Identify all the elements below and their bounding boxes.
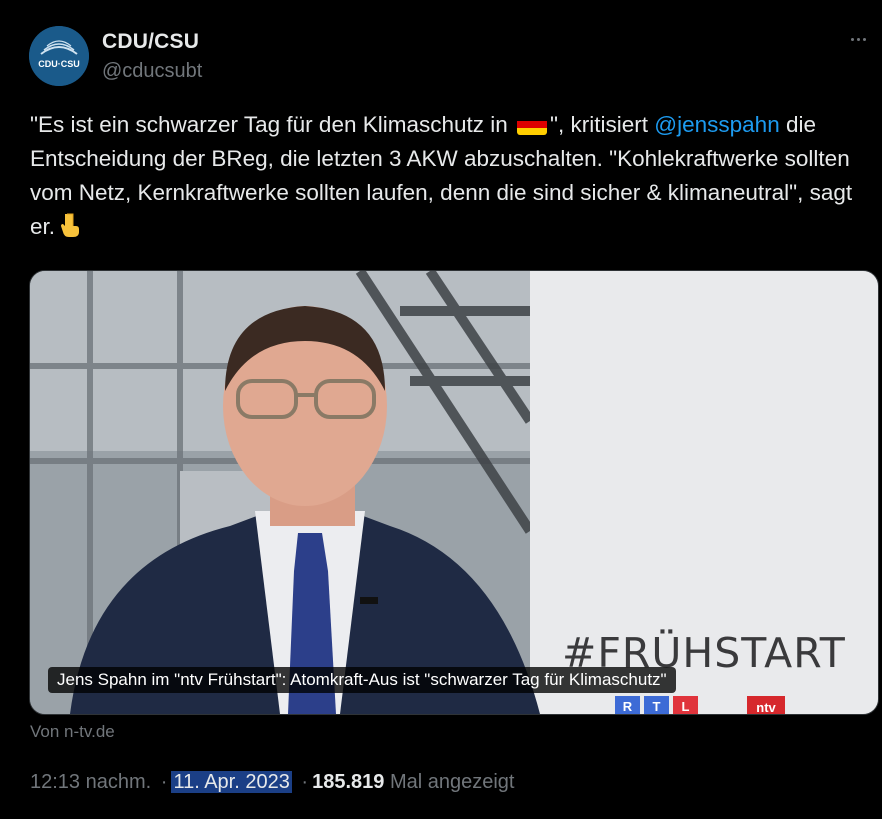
- rtl-logo-letter: R: [615, 696, 640, 714]
- link-source[interactable]: Von n-tv.de: [30, 722, 115, 742]
- pointing-down-icon: [59, 212, 81, 248]
- avatar[interactable]: CDU·CSU: [29, 26, 89, 86]
- rtl-logo-letter: T: [644, 696, 669, 714]
- display-name[interactable]: CDU/CSU: [102, 30, 199, 54]
- media-card[interactable]: #FRÜHSTART R T L ntv Jens Spahn im "ntv …: [29, 270, 879, 715]
- mention-link[interactable]: @jensspahn: [654, 112, 779, 137]
- cdu-csu-logo: CDU·CSU: [29, 26, 89, 86]
- views-label: Mal angezeigt: [389, 771, 515, 793]
- separator: ·: [160, 771, 168, 793]
- more-dots-icon: [850, 37, 854, 41]
- user-handle[interactable]: @cducsubt: [102, 60, 202, 83]
- tweet-meta: 12:13 nachm. · 11. Apr. 2023 · 185.819 Mal…: [30, 771, 514, 794]
- rtl-logo: R T L: [615, 696, 698, 714]
- german-flag-icon: [517, 114, 548, 135]
- more-options-button[interactable]: [840, 24, 876, 54]
- svg-text:CDU·CSU: CDU·CSU: [38, 59, 80, 69]
- more-dots-icon: [856, 37, 860, 41]
- tweet-time[interactable]: 12:13 nachm.: [30, 771, 151, 793]
- ntv-logo: ntv: [747, 696, 785, 714]
- view-count: 185.819: [312, 771, 385, 793]
- rtl-logo-letter: L: [673, 696, 698, 714]
- separator: ·: [301, 771, 309, 793]
- media-caption[interactable]: Jens Spahn im "ntv Frühstart": Atomkraft…: [48, 667, 676, 693]
- more-dots-icon: [862, 37, 866, 41]
- tweet-text-part: "Es ist ein schwarzer Tag für den Klimas…: [30, 112, 515, 137]
- tweet-text-part: ", kritisiert: [550, 112, 655, 137]
- tweet-text: "Es ist ein schwarzer Tag für den Klimas…: [30, 108, 875, 248]
- tweet-date[interactable]: 11. Apr. 2023: [171, 771, 292, 793]
